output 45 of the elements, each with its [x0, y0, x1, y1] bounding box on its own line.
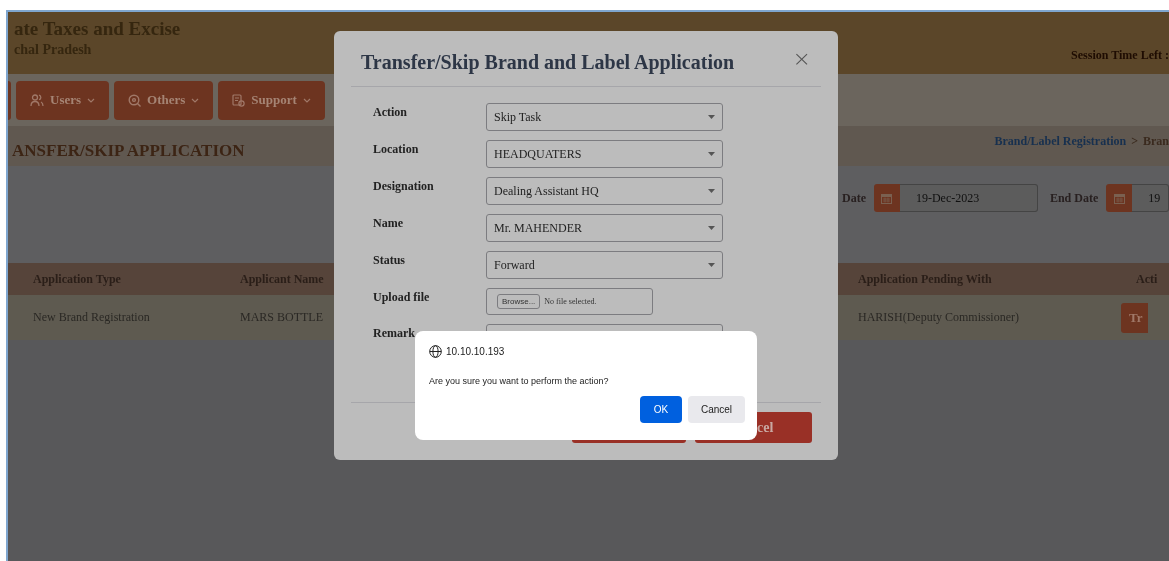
nav-menu-button[interactable]: Support	[218, 80, 325, 120]
dropdown[interactable]: Mr. MAHENDER	[486, 214, 723, 242]
dropdown[interactable]: Skip Task	[486, 103, 723, 131]
field-label: Designation	[373, 178, 435, 194]
close-button[interactable]: ×	[792, 48, 811, 69]
chevron-down-icon	[302, 97, 311, 103]
dropdown-caret-icon	[708, 152, 715, 156]
field-label: Name	[373, 215, 404, 231]
field-label: Action	[373, 104, 408, 120]
chevron-down-icon	[87, 97, 96, 103]
users-icon	[30, 93, 44, 107]
dropdown[interactable]: Forward	[486, 251, 723, 279]
calendar-button[interactable]	[1106, 184, 1133, 212]
field-label: Upload file	[373, 289, 431, 305]
dropdown-caret-icon	[708, 115, 715, 119]
cancel-button[interactable]: Cancel	[688, 396, 745, 423]
date-field[interactable]: 19-Dec-2023	[899, 184, 1038, 212]
dropdown-caret-icon	[708, 189, 715, 193]
site-address: 10.10.10.193	[446, 346, 505, 357]
session-timer: Session Time Left :	[1071, 48, 1169, 64]
date-label: End Date	[1049, 190, 1099, 207]
file-input[interactable]: Browse... No file selected.	[486, 288, 653, 315]
nav-menu-button[interactable]: Others	[114, 80, 214, 120]
field-label: Location	[373, 141, 420, 157]
date-label: Date	[842, 190, 866, 207]
confirm-message: Are you sure you want to perform the action?	[429, 376, 610, 386]
nav-menu-button[interactable]: Users	[16, 80, 110, 120]
nav-button[interactable]	[8, 80, 11, 120]
dropdown[interactable]: Dealing Assistant HQ	[486, 177, 723, 205]
calendar-button[interactable]	[874, 184, 900, 212]
dropdown-caret-icon	[708, 226, 715, 230]
document-icon	[232, 93, 246, 107]
dropdown[interactable]: HEADQUATERS	[486, 140, 723, 168]
field-label: Remark	[373, 325, 416, 341]
chevron-down-icon	[191, 97, 200, 103]
search-icon	[128, 93, 142, 107]
globe-icon	[429, 345, 442, 358]
modal-title: Transfer/Skip Brand and Label Application	[361, 51, 735, 74]
breadcrumb-separator: >	[1131, 134, 1138, 149]
page-title: ANSFER/SKIP APPLICATION	[12, 140, 245, 161]
ok-button[interactable]: OK	[640, 396, 682, 423]
calendar-icon	[1113, 192, 1125, 204]
date-field[interactable]: 19	[1132, 184, 1169, 212]
field-label: Status	[373, 252, 406, 268]
calendar-icon	[881, 192, 893, 204]
